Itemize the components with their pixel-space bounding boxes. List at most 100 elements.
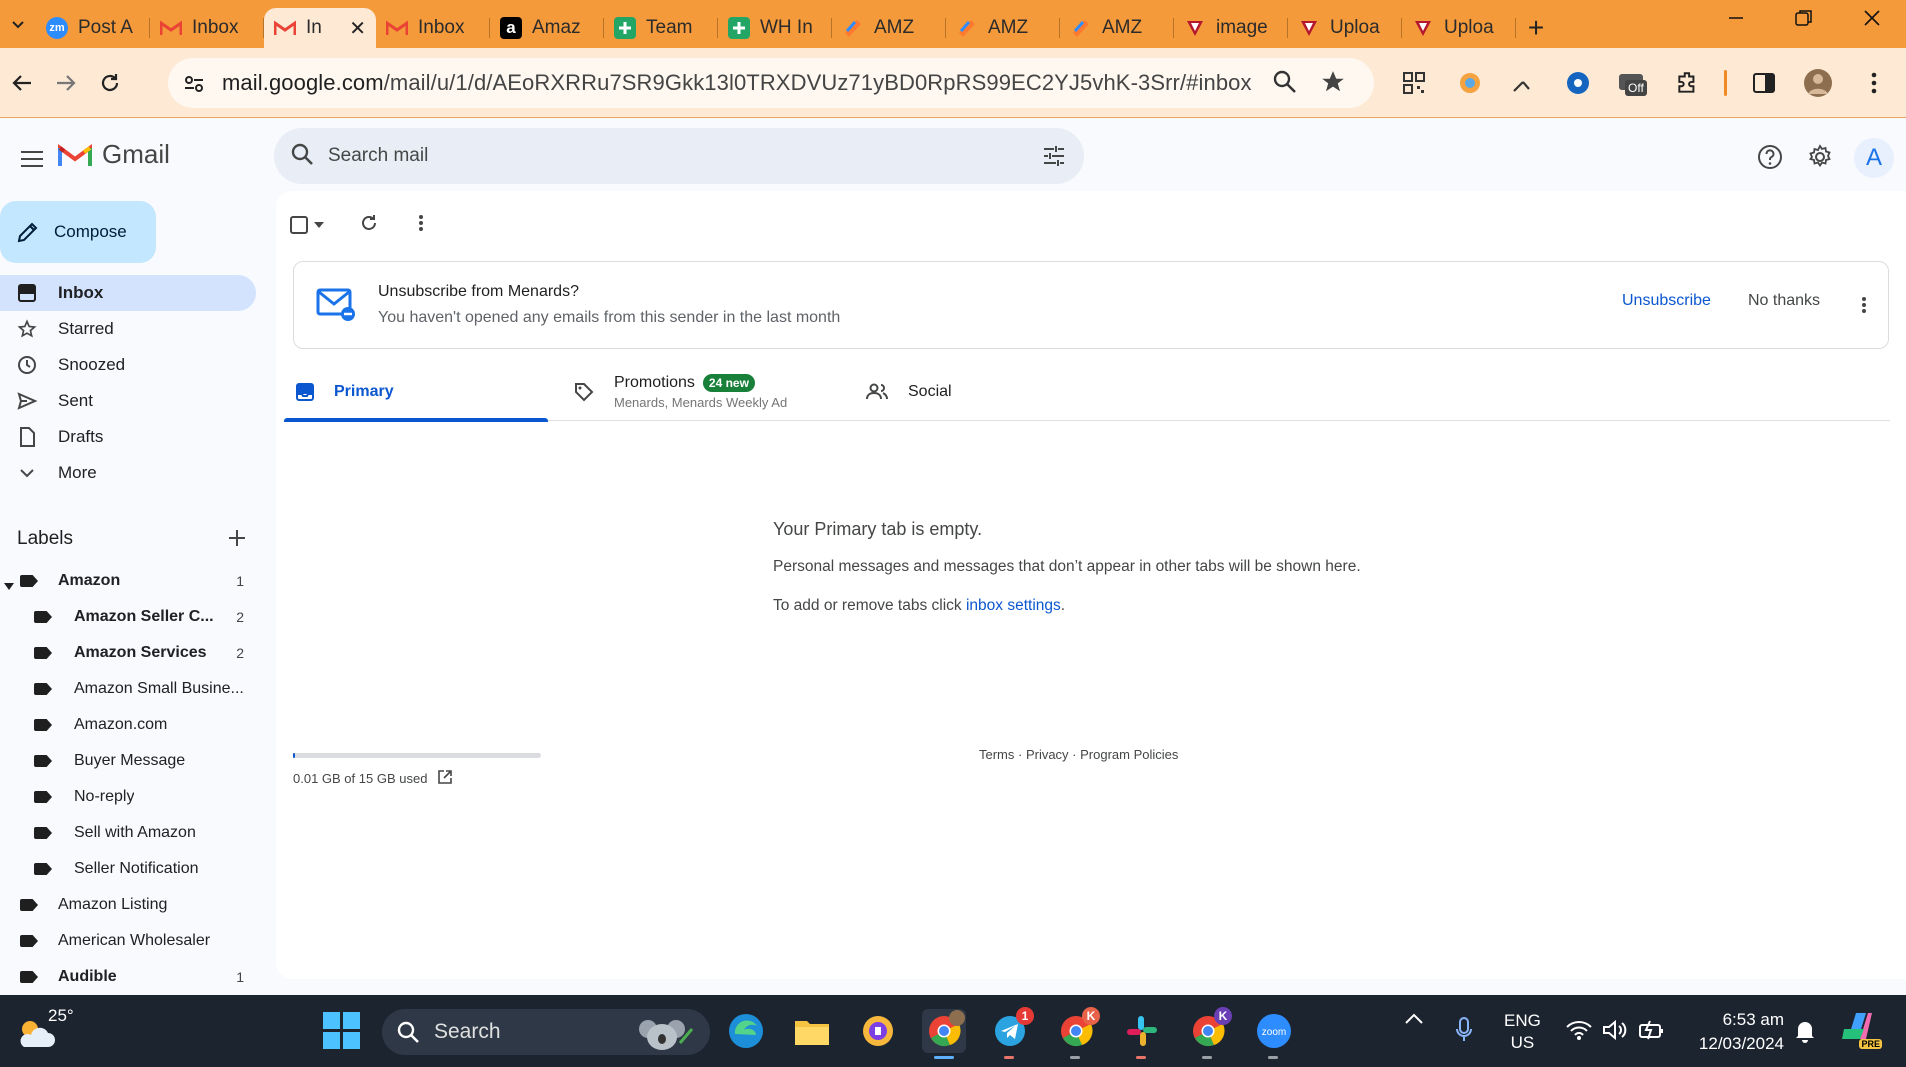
show-hidden-icons-button[interactable]	[1404, 1013, 1424, 1025]
browser-tab[interactable]: image	[1174, 8, 1288, 48]
weather-widget[interactable]: 25°	[16, 1003, 76, 1059]
expand-caret-icon[interactable]	[4, 577, 14, 595]
search-options-icon[interactable]	[1042, 144, 1066, 173]
site-info-icon[interactable]	[180, 70, 208, 98]
browser-menu-icon[interactable]	[1852, 61, 1896, 105]
system-clock[interactable]: 6:53 am 12/03/2024	[1688, 1008, 1784, 1056]
browser-tab[interactable]: Uploa	[1288, 8, 1402, 48]
search-icon[interactable]	[290, 142, 314, 171]
inbox-settings-link[interactable]: inbox settings	[966, 597, 1061, 614]
label-item[interactable]: American Wholesaler	[0, 923, 256, 959]
zoom-lens-icon[interactable]	[1272, 69, 1298, 100]
microphone-tray-icon[interactable]	[1455, 1017, 1473, 1043]
label-item[interactable]: Audible 1	[0, 959, 256, 995]
label-item[interactable]: Amazon Listing	[0, 887, 256, 923]
copilot-tray-icon[interactable]: PRE	[1840, 1009, 1882, 1049]
label-item[interactable]: Amazon.com	[0, 707, 256, 743]
volume-tray-icon[interactable]	[1602, 1019, 1628, 1041]
browser-tab[interactable]: AMZ	[1060, 8, 1174, 48]
bookmark-star-icon[interactable]	[1320, 69, 1346, 100]
label-tag-icon	[34, 755, 52, 767]
sidebar-item-more[interactable]: More	[0, 455, 256, 491]
start-button[interactable]	[323, 1012, 361, 1050]
gmail-logo[interactable]: Gmail	[58, 139, 170, 170]
back-button[interactable]	[0, 61, 44, 105]
compose-button[interactable]: Compose	[0, 201, 156, 263]
reload-button[interactable]	[88, 61, 132, 105]
label-item[interactable]: No-reply	[0, 779, 256, 815]
settings-button[interactable]	[1800, 137, 1840, 177]
browser-tab[interactable]: AMZ	[832, 8, 946, 48]
notifications-bell-icon[interactable]	[1794, 1019, 1816, 1043]
blue-gear-extension-icon[interactable]	[1556, 61, 1600, 105]
sidebar-item-inbox[interactable]: Inbox	[0, 275, 256, 311]
browser-tab[interactable]: In ✕	[264, 8, 376, 48]
label-item[interactable]: Amazon 1	[0, 563, 256, 599]
unsubscribe-button[interactable]: Unsubscribe	[1622, 292, 1711, 310]
edge-taskbar-icon[interactable]	[724, 1009, 768, 1053]
more-actions-button[interactable]	[418, 214, 424, 237]
chrome-profile-k2-taskbar-icon[interactable]: K	[1186, 1007, 1232, 1059]
search-input[interactable]: Search mail	[328, 145, 428, 167]
close-tab-icon[interactable]: ✕	[349, 16, 366, 41]
sidebar-item-drafts[interactable]: Drafts	[0, 419, 256, 455]
no-thanks-button[interactable]: No thanks	[1748, 292, 1820, 310]
browser-tab[interactable]: zm Post A	[36, 8, 150, 48]
tab-social[interactable]: Social	[860, 363, 1060, 421]
label-item[interactable]: Amazon Small Busine...	[0, 671, 256, 707]
vpn-taskbar-icon[interactable]	[856, 1009, 900, 1053]
sidebar-item-sent[interactable]: Sent	[0, 383, 256, 419]
help-button[interactable]	[1750, 137, 1790, 177]
taskbar-search[interactable]: Search	[382, 1009, 710, 1055]
tab-promotions[interactable]: Promotions 24 new Menards, Menards Weekl…	[574, 363, 844, 421]
address-bar[interactable]: mail.google.com/mail/u/1/d/AEoRXRRu7SR9G…	[168, 58, 1374, 108]
label-tag-icon	[20, 899, 38, 911]
main-menu-button[interactable]	[12, 139, 52, 179]
browser-tab[interactable]: Uploa	[1402, 8, 1516, 48]
minimize-button[interactable]	[1702, 0, 1770, 36]
side-panel-icon[interactable]	[1742, 61, 1786, 105]
orange-circle-extension-icon[interactable]	[1448, 61, 1492, 105]
wifi-tray-icon[interactable]	[1566, 1019, 1592, 1041]
browser-tab[interactable]: Team	[604, 8, 718, 48]
close-window-button[interactable]	[1838, 0, 1906, 36]
slack-taskbar-icon[interactable]	[1120, 1009, 1164, 1059]
battery-tray-icon[interactable]	[1638, 1019, 1666, 1041]
browser-tab[interactable]: Inbox	[150, 8, 264, 48]
broom-extension-icon[interactable]	[1500, 61, 1544, 105]
search-bar[interactable]: Search mail	[274, 128, 1084, 184]
open-external-icon[interactable]	[437, 769, 453, 788]
language-indicator[interactable]: ENG US	[1504, 1010, 1541, 1054]
new-tab-button[interactable]: +	[1516, 8, 1556, 48]
off-extension-icon[interactable]: Off	[1612, 61, 1656, 105]
sidebar-item-starred[interactable]: Starred	[0, 311, 256, 347]
extensions-puzzle-icon[interactable]	[1666, 61, 1710, 105]
select-all-checkbox[interactable]	[290, 216, 324, 234]
telegram-taskbar-icon[interactable]: 1	[988, 1007, 1034, 1059]
browser-tab[interactable]: a Amaz	[490, 8, 604, 48]
refresh-button[interactable]	[360, 214, 378, 237]
label-item[interactable]: Sell with Amazon	[0, 815, 256, 851]
browser-tab[interactable]: WH In	[718, 8, 832, 48]
label-item[interactable]: Seller Notification	[0, 851, 256, 887]
browser-tab[interactable]: AMZ	[946, 8, 1060, 48]
tab-search-button[interactable]	[0, 4, 36, 44]
profile-avatar-icon[interactable]	[1796, 61, 1840, 105]
label-item[interactable]: Amazon Services 2	[0, 635, 256, 671]
label-item[interactable]: Amazon Seller C... 2	[0, 599, 256, 635]
sidebar-item-snoozed[interactable]: Snoozed	[0, 347, 256, 383]
footer-links[interactable]: Terms · Privacy · Program Policies	[979, 747, 1178, 762]
banner-more-button[interactable]	[1854, 290, 1874, 320]
restore-button[interactable]	[1770, 0, 1838, 36]
tab-primary[interactable]: Primary	[284, 363, 548, 422]
qr-extension-icon[interactable]	[1392, 61, 1436, 105]
create-label-button[interactable]	[224, 525, 250, 551]
browser-tab[interactable]: Inbox	[376, 8, 490, 48]
chrome-taskbar-icon[interactable]	[922, 1009, 966, 1059]
forward-button[interactable]	[44, 61, 88, 105]
account-avatar[interactable]: A	[1854, 138, 1894, 178]
zoom-taskbar-icon[interactable]: zoom	[1252, 1009, 1296, 1059]
file-explorer-taskbar-icon[interactable]	[790, 1009, 834, 1053]
label-item[interactable]: Buyer Message	[0, 743, 256, 779]
chrome-profile-k-taskbar-icon[interactable]: K	[1054, 1007, 1100, 1059]
